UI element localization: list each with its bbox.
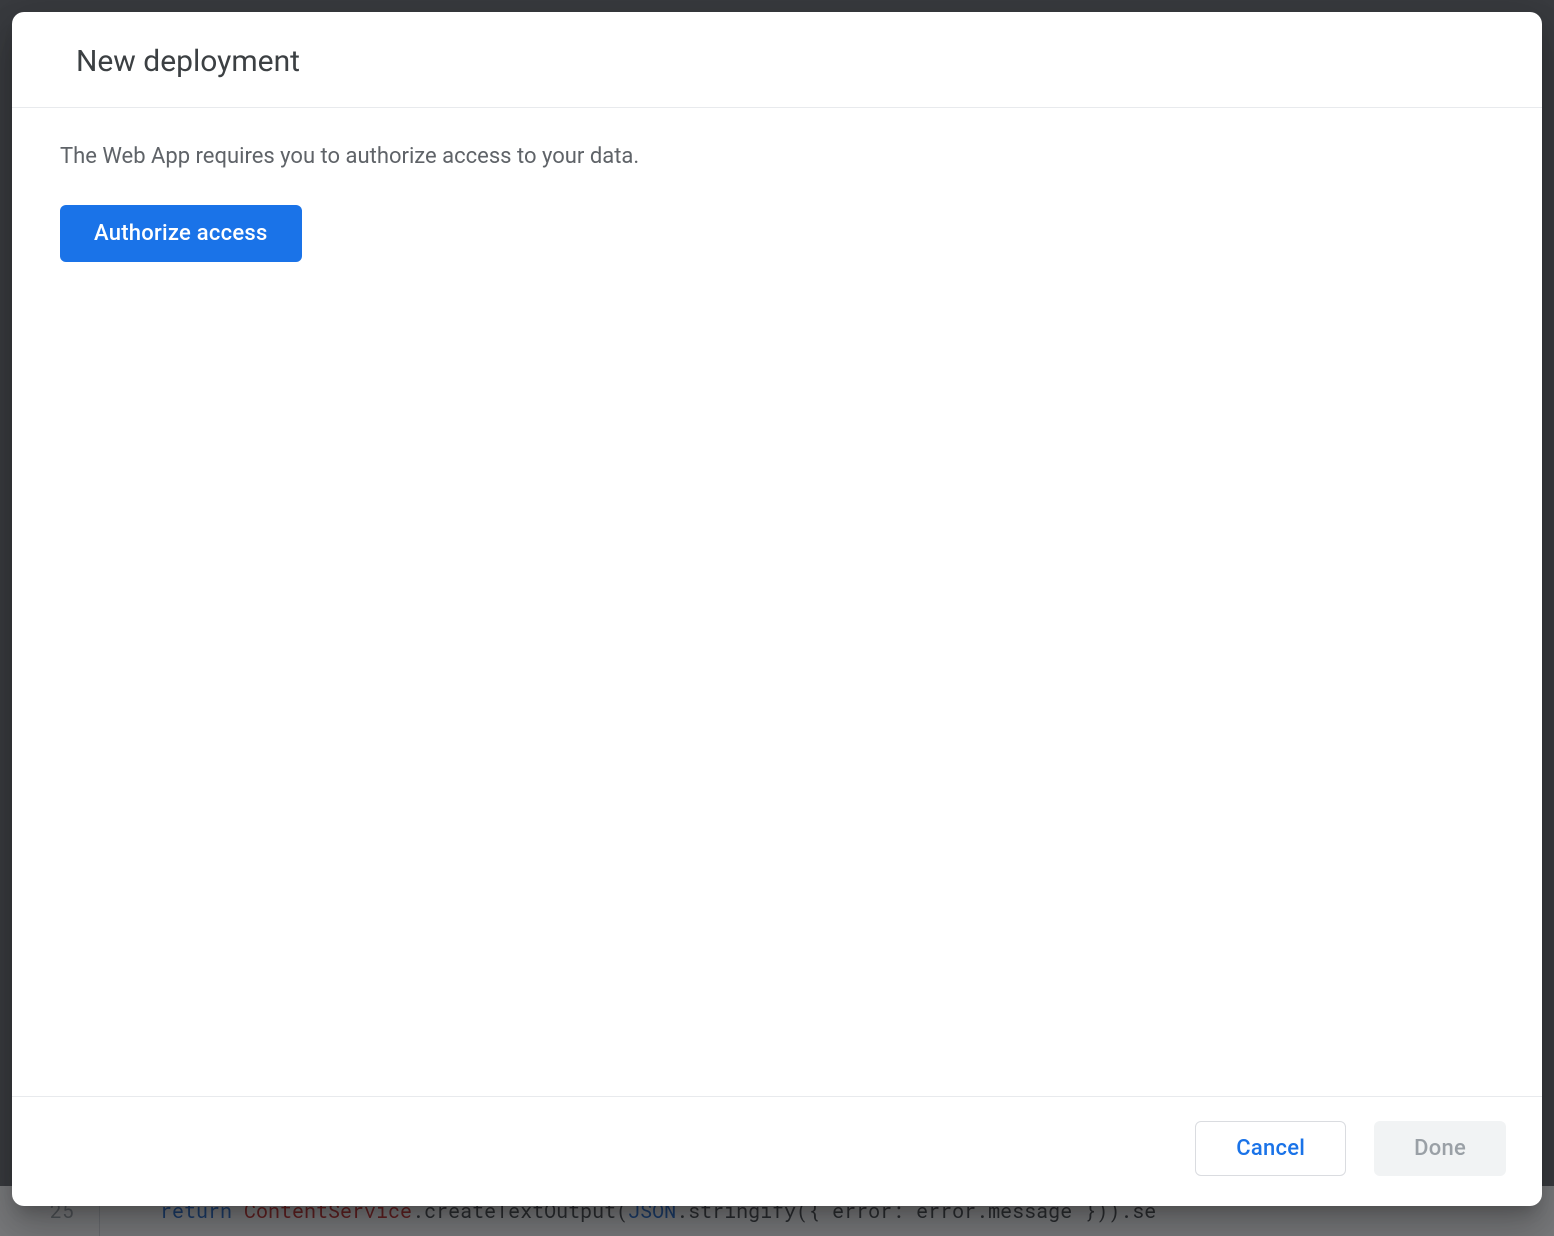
- done-button: Done: [1374, 1121, 1506, 1176]
- authorization-message: The Web App requires you to authorize ac…: [60, 144, 1494, 169]
- dialog-body: The Web App requires you to authorize ac…: [12, 108, 1542, 1096]
- cancel-button[interactable]: Cancel: [1195, 1121, 1346, 1176]
- new-deployment-dialog: New deployment The Web App requires you …: [12, 12, 1542, 1206]
- dialog-header: New deployment: [12, 12, 1542, 108]
- dialog-footer: Cancel Done: [12, 1096, 1542, 1206]
- authorize-access-button[interactable]: Authorize access: [60, 205, 302, 262]
- dialog-title: New deployment: [76, 44, 1494, 79]
